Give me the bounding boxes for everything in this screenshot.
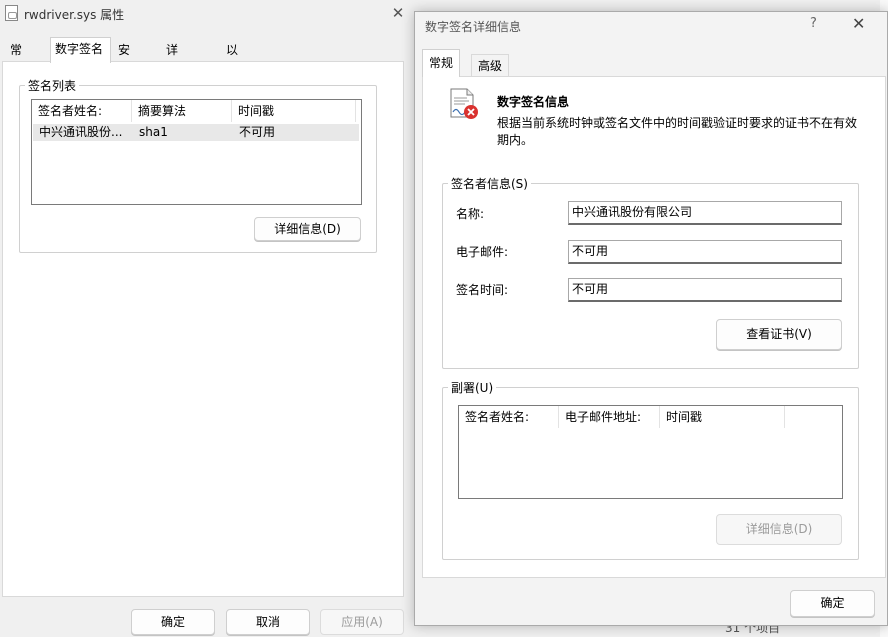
column-digest-algorithm[interactable]: 摘要算法 (132, 100, 232, 122)
table-row[interactable]: 中兴通讯股份... sha1 不可用 (33, 124, 359, 141)
list-header: 签名者姓名: 摘要算法 时间戳 (32, 100, 361, 122)
column-timestamp[interactable]: 时间戳 (232, 100, 356, 122)
signature-list[interactable]: 签名者姓名: 摘要算法 时间戳 中兴通讯股份... sha1 不可用 (31, 99, 362, 205)
signing-time-label: 签名时间: (456, 283, 509, 297)
ok-button[interactable]: 确定 (790, 590, 875, 617)
tab-previous-versions[interactable]: 以前的版本 (222, 40, 242, 137)
file-properties-window: rwdriver.sys 属性 ✕ 常规 数字签名 安全 详细信息 以前的版本 … (0, 0, 412, 637)
apply-button[interactable]: 应用(A) (320, 609, 404, 635)
ok-button[interactable]: 确定 (131, 609, 215, 635)
title-bar: rwdriver.sys 属性 ✕ (0, 0, 412, 28)
window-title: rwdriver.sys 属性 (24, 8, 125, 22)
countersignatures-list[interactable]: 签名者姓名: 电子邮件地址: 时间戳 (458, 405, 843, 499)
column-timestamp[interactable]: 时间戳 (660, 406, 785, 428)
tab-advanced[interactable]: 高级 (471, 54, 510, 76)
close-button[interactable]: ✕ (852, 14, 865, 33)
column-signer-name[interactable]: 签名者姓名: (459, 406, 559, 428)
tab-details[interactable]: 详细信息 (162, 40, 182, 117)
info-text: 根据当前系统时钟或签名文件中的时间戳验证时要求的证书不在有效期内。 (497, 116, 858, 147)
cancel-button[interactable]: 取消 (226, 609, 310, 635)
list-header: 签名者姓名: 电子邮件地址: 时间戳 (459, 406, 842, 428)
cell-algorithm: sha1 (139, 125, 168, 139)
help-button[interactable]: ? (810, 16, 817, 31)
countersignatures-label: 副署(U) (448, 379, 497, 396)
tab-panel: 签名列表 签名者姓名: 摘要算法 时间戳 中兴通讯股份... sha1 不可用 … (2, 61, 404, 597)
cell-timestamp: 不可用 (239, 125, 276, 139)
file-icon (5, 5, 18, 21)
info-heading: 数字签名信息 (497, 95, 570, 109)
tab-general[interactable]: 常规 (6, 40, 26, 77)
signing-time-field[interactable]: 不可用 (568, 278, 842, 302)
email-field[interactable]: 不可用 (568, 240, 842, 264)
details-button[interactable]: 详细信息(D) (254, 217, 361, 241)
certificate-error-icon (449, 87, 479, 121)
signature-list-label: 签名列表 (25, 77, 80, 94)
tab-general[interactable]: 常规 (422, 49, 461, 77)
name-label: 名称: (456, 207, 485, 221)
dialog-title: 数字签名详细信息 (425, 20, 522, 34)
email-label: 电子邮件: (456, 245, 509, 259)
signature-details-dialog: 数字签名详细信息 ? ✕ 常规 高级 数字签名信息 根据当前系统时钟或签名文件中… (414, 11, 888, 626)
view-certificate-button[interactable]: 查看证书(V) (716, 319, 842, 350)
tab-security[interactable]: 安全 (114, 40, 134, 77)
tab-digital-signatures[interactable]: 数字签名 (50, 37, 111, 63)
column-signer-name[interactable]: 签名者姓名: (32, 100, 132, 122)
name-field[interactable]: 中兴通讯股份有限公司 (568, 201, 842, 225)
tab-panel: 数字签名信息 根据当前系统时钟或签名文件中的时间戳验证时要求的证书不在有效期内。… (422, 76, 886, 578)
column-email-address[interactable]: 电子邮件地址: (559, 406, 660, 428)
cell-signer-name: 中兴通讯股份... (39, 125, 123, 139)
close-button[interactable]: ✕ (388, 3, 408, 23)
countersignature-details-button[interactable]: 详细信息(D) (716, 514, 842, 545)
signer-info-label: 签名者信息(S) (448, 175, 531, 192)
